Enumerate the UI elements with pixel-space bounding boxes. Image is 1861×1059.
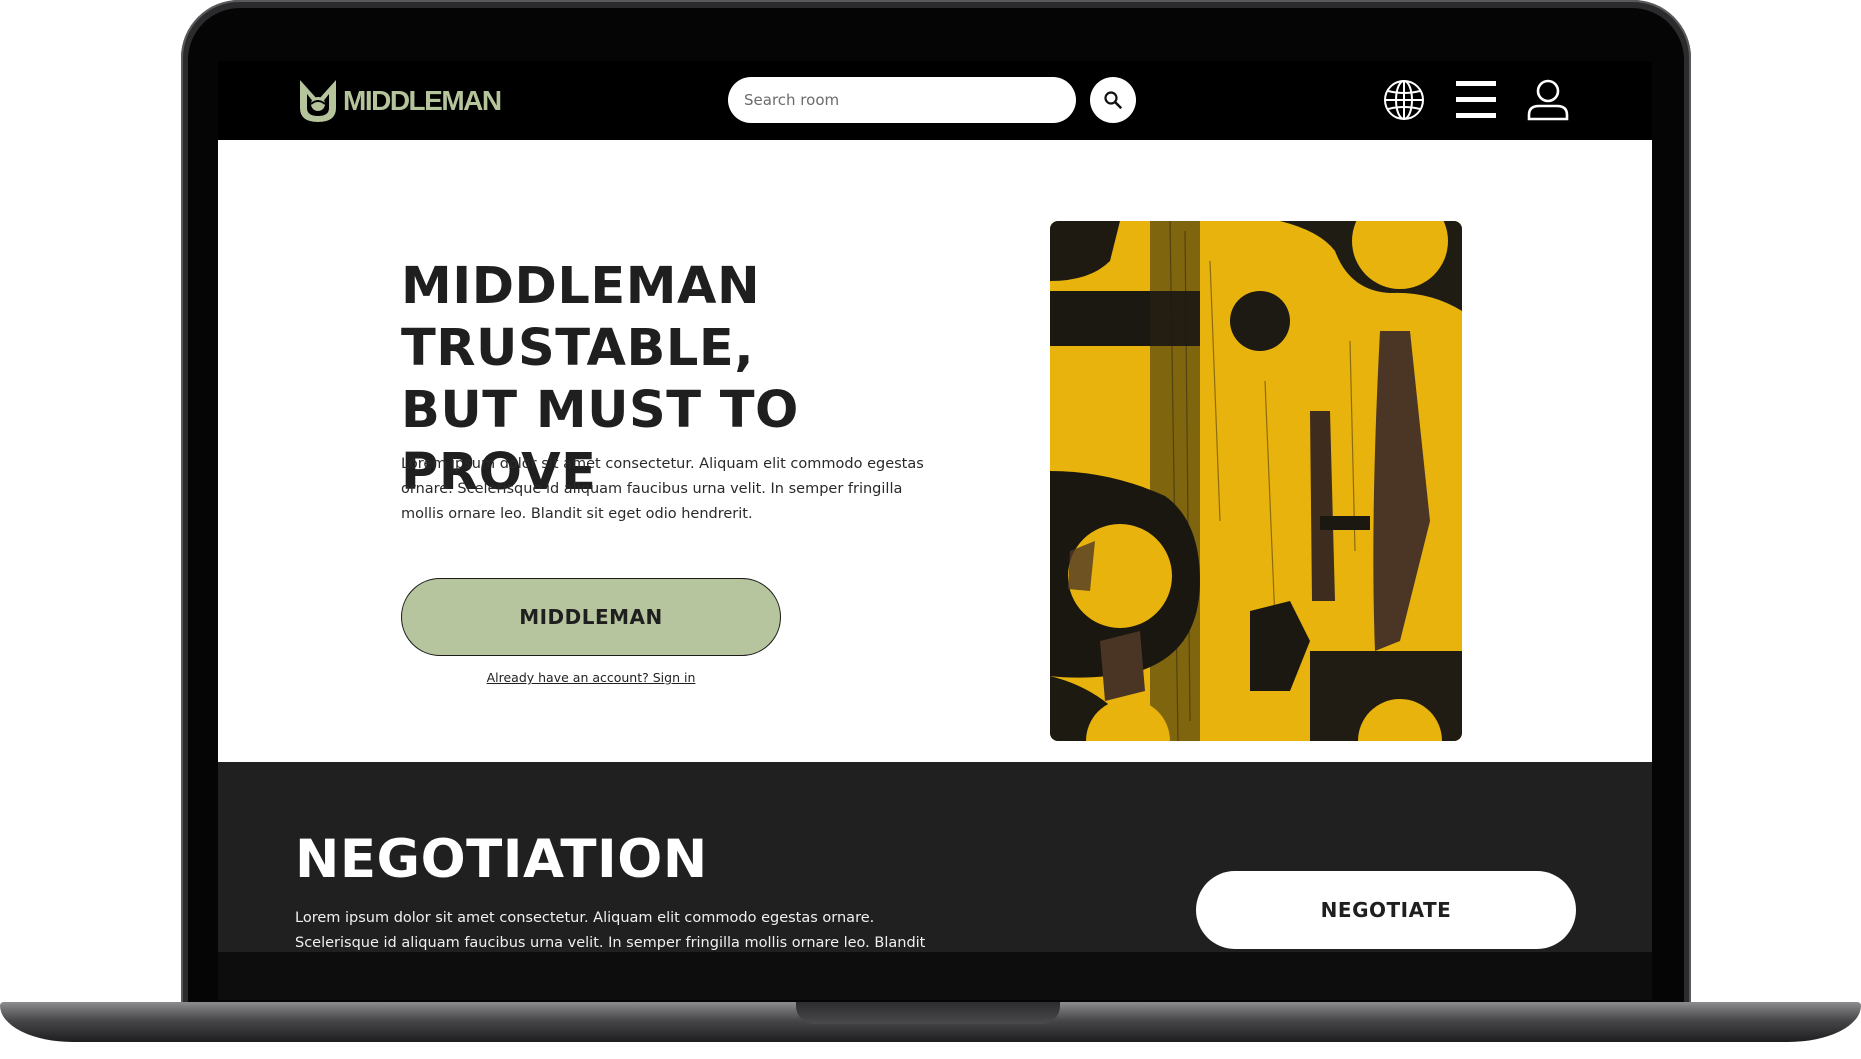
laptop-chin — [218, 952, 1652, 1000]
negotiation-title: NEGOTIATION — [295, 829, 708, 890]
signin-link[interactable]: Already have an account? Sign in — [401, 670, 781, 685]
negotiate-button[interactable]: NEGOTIATE — [1196, 871, 1576, 949]
logo-mark-icon — [300, 80, 336, 122]
logo[interactable]: MIDDLEMAN — [297, 78, 502, 124]
hero-image — [1050, 221, 1462, 741]
account-button[interactable] — [1525, 77, 1571, 123]
navbar: MIDDLEMAN — [218, 61, 1652, 140]
negotiation-section: NEGOTIATION Lorem ipsum dolor sit amet c… — [218, 762, 1652, 952]
negotiation-description: Lorem ipsum dolor sit amet consectetur. … — [295, 910, 926, 951]
globe-icon — [1384, 80, 1424, 120]
screen: MIDDLEMAN Search room MIDDLEMAN TRUSTABL… — [218, 61, 1652, 952]
middleman-button[interactable]: MIDDLEMAN — [401, 578, 781, 656]
user-icon — [1527, 79, 1569, 121]
hero-description: Lorem ipsum dolor sit amet consectetur. … — [401, 456, 924, 522]
logo-text: MIDDLEMAN — [343, 85, 502, 116]
hero-section: MIDDLEMAN TRUSTABLE, BUT MUST TO PROVE L… — [218, 140, 1652, 762]
search-input[interactable] — [728, 77, 1076, 123]
laptop-notch — [796, 1002, 1060, 1024]
search-icon — [1104, 91, 1122, 109]
menu-button[interactable] — [1453, 77, 1499, 123]
hamburger-menu-icon — [1456, 81, 1496, 118]
language-button[interactable] — [1381, 77, 1427, 123]
abstract-art-image — [1050, 221, 1462, 741]
search-button[interactable] — [1090, 77, 1136, 123]
